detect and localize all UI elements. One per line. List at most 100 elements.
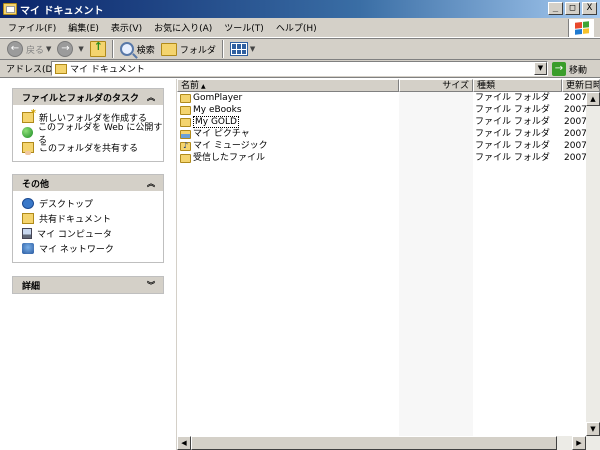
- place-my-network[interactable]: マイ ネットワーク: [22, 241, 163, 256]
- up-button[interactable]: [87, 40, 109, 59]
- maximize-button[interactable]: □: [565, 2, 580, 15]
- column-type[interactable]: 種類: [473, 79, 562, 92]
- details-panel: 詳細 ︾: [12, 276, 164, 294]
- file-type: ファイル フォルダ: [475, 105, 550, 115]
- toolbar-separator: [221, 40, 224, 58]
- file-folder-tasks-panel: ファイルとフォルダのタスク ︽ 新しいフォルダを作成する このフォルダを Web…: [12, 88, 164, 162]
- menu-edit[interactable]: 編集(E): [62, 21, 105, 34]
- globe-icon: [22, 127, 33, 138]
- file-row[interactable]: マイ ピクチャ ファイル フォルダ 2007/06: [177, 128, 600, 140]
- place-label: マイ ネットワーク: [39, 245, 114, 255]
- file-type: ファイル フォルダ: [475, 141, 550, 151]
- file-row[interactable]: My eBooks ファイル フォルダ 2007/06: [177, 104, 600, 116]
- file-name: GomPlayer: [193, 93, 243, 103]
- details-header[interactable]: 詳細 ︾: [13, 277, 163, 293]
- menu-view[interactable]: 表示(V): [105, 21, 148, 34]
- forward-button[interactable]: → ▼: [54, 40, 86, 59]
- horizontal-scrollbar[interactable]: ◀ ▶: [177, 436, 600, 450]
- file-type: ファイル フォルダ: [475, 117, 550, 127]
- task-label: このフォルダを共有する: [39, 144, 139, 154]
- folders-button[interactable]: フォルダ: [158, 40, 219, 59]
- file-row[interactable]: GomPlayer ファイル フォルダ 2007/06: [177, 92, 600, 104]
- go-arrow-icon: →: [552, 62, 566, 76]
- search-label: 検索: [136, 45, 155, 56]
- menu-tools[interactable]: ツール(T): [218, 21, 270, 34]
- title-bar[interactable]: マイ ドキュメント _ □ X: [0, 0, 600, 18]
- windows-flag-icon: [574, 21, 589, 35]
- folder-icon: [180, 93, 191, 103]
- file-folder-tasks-body: 新しいフォルダを作成する このフォルダを Web に公開する このフォルダを共有…: [13, 105, 163, 161]
- search-button[interactable]: 検索: [117, 40, 158, 59]
- file-row[interactable]: マイ ミュージック ファイル フォルダ 2007/06: [177, 140, 600, 152]
- back-dropdown-icon[interactable]: ▼: [46, 45, 51, 53]
- column-size[interactable]: サイズ: [399, 79, 473, 92]
- file-row-focused[interactable]: My GOLD ファイル フォルダ 2007/06: [177, 116, 600, 128]
- collapse-chevron-icon[interactable]: ︽: [147, 178, 155, 189]
- forward-arrow-icon: →: [57, 41, 74, 57]
- other-places-body: デスクトップ 共有ドキュメント マイ コンピュータ マイ ネットワーク: [13, 191, 163, 262]
- scroll-up-button[interactable]: ▲: [586, 92, 600, 106]
- address-dropdown-button[interactable]: ▼: [534, 62, 547, 75]
- file-type: ファイル フォルダ: [475, 129, 550, 139]
- column-name[interactable]: 名前 ▲: [177, 79, 399, 92]
- panel-title: 詳細: [22, 281, 41, 292]
- sort-ascending-icon: ▲: [201, 83, 206, 90]
- address-value: マイ ドキュメント: [70, 65, 145, 75]
- forward-dropdown-icon[interactable]: ▼: [78, 45, 83, 53]
- menu-file[interactable]: ファイル(F): [0, 21, 62, 34]
- collapse-chevron-icon[interactable]: ︽: [147, 92, 155, 103]
- file-name: My GOLD: [193, 116, 239, 128]
- views-dropdown-icon[interactable]: ▼: [250, 45, 255, 53]
- folder-icon: [180, 105, 191, 115]
- column-type-label: 種類: [477, 81, 496, 91]
- views-button[interactable]: ▼: [227, 40, 258, 59]
- scroll-left-button[interactable]: ◀: [177, 436, 191, 450]
- file-name: My eBooks: [193, 105, 242, 115]
- folder-up-icon: [89, 40, 106, 57]
- column-date-label: 更新日時: [566, 81, 600, 91]
- desktop-icon: [22, 198, 34, 209]
- my-network-icon: [22, 243, 34, 254]
- go-button[interactable]: → 移動: [552, 61, 587, 77]
- menu-bar: ファイル(F) 編集(E) 表示(V) お気に入り(A) ツール(T) ヘルプ(…: [0, 18, 600, 38]
- horizontal-scroll-thumb[interactable]: [191, 436, 557, 450]
- folder-icon: [180, 153, 191, 163]
- my-music-folder-icon: [180, 140, 191, 152]
- window-title: マイ ドキュメント: [20, 5, 104, 17]
- column-date[interactable]: 更新日時: [562, 79, 600, 92]
- new-folder-icon: [22, 108, 36, 123]
- task-pane: ファイルとフォルダのタスク ︽ 新しいフォルダを作成する このフォルダを Web…: [0, 79, 176, 450]
- minimize-button[interactable]: _: [548, 2, 563, 15]
- column-size-label: サイズ: [442, 81, 469, 91]
- menu-help[interactable]: ヘルプ(H): [270, 21, 323, 34]
- scroll-right-button[interactable]: ▶: [572, 436, 586, 450]
- share-folder-icon: [22, 142, 34, 155]
- back-label: 戻る: [26, 45, 45, 56]
- place-label: 共有ドキュメント: [39, 215, 112, 225]
- place-label: マイ コンピュータ: [37, 230, 112, 240]
- expand-chevron-icon[interactable]: ︾: [147, 280, 155, 291]
- panel-title: ファイルとフォルダのタスク: [22, 93, 140, 104]
- file-folder-tasks-header[interactable]: ファイルとフォルダのタスク ︽: [13, 89, 163, 105]
- folders-icon: [160, 42, 177, 56]
- back-button[interactable]: ← 戻る ▼: [4, 40, 54, 59]
- vertical-scrollbar[interactable]: ▲ ▼: [586, 92, 600, 436]
- place-desktop[interactable]: デスクトップ: [22, 196, 163, 211]
- folder-icon: [180, 117, 191, 127]
- column-header-row: 名前 ▲ サイズ 種類 更新日時: [177, 79, 600, 92]
- scroll-down-button[interactable]: ▼: [586, 422, 600, 436]
- menu-favorites[interactable]: お気に入り(A): [148, 21, 218, 34]
- my-pictures-folder-icon: [180, 129, 191, 139]
- window-controls: _ □ X: [548, 2, 597, 15]
- place-my-computer[interactable]: マイ コンピュータ: [22, 226, 163, 241]
- file-row[interactable]: 受信したファイル ファイル フォルダ 2007/07: [177, 152, 600, 164]
- close-button[interactable]: X: [582, 2, 597, 15]
- panel-title: その他: [22, 179, 50, 190]
- my-documents-icon: [55, 63, 67, 74]
- place-shared-documents[interactable]: 共有ドキュメント: [22, 211, 163, 226]
- task-publish-web[interactable]: このフォルダを Web に公開する: [22, 123, 163, 146]
- address-input[interactable]: マイ ドキュメント ▼: [51, 61, 548, 76]
- other-places-header[interactable]: その他 ︽: [13, 175, 163, 191]
- windows-logo: [568, 19, 594, 37]
- address-bar: アドレス(D) マイ ドキュメント ▼ → 移動: [0, 60, 600, 78]
